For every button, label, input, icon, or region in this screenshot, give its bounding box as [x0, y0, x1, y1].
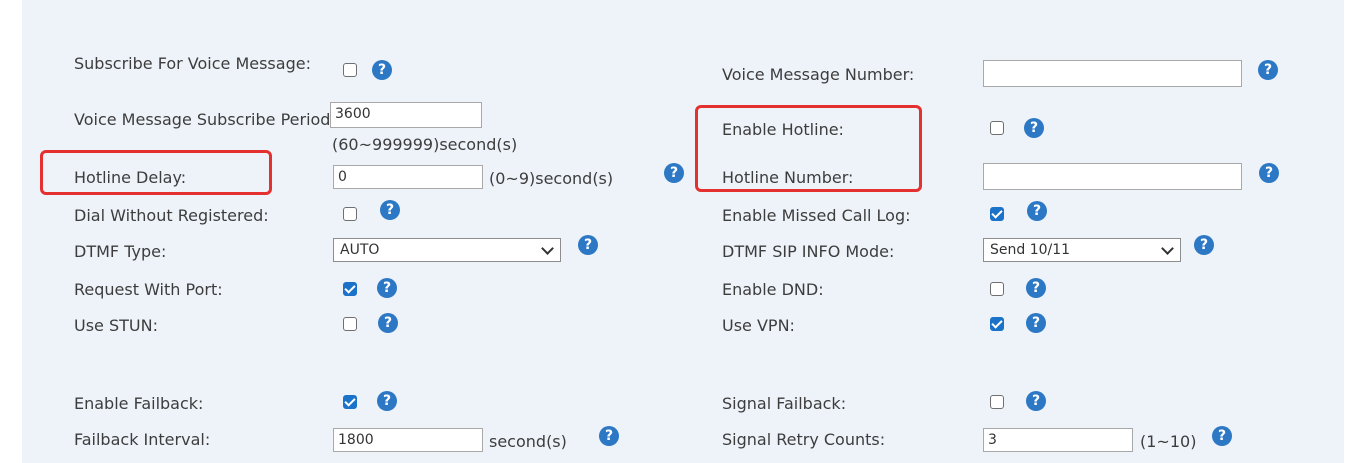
help-icon[interactable]: ? — [578, 235, 598, 255]
enable-failback-checkbox[interactable] — [343, 395, 357, 409]
subscribe-voice-message-checkbox[interactable] — [343, 63, 357, 77]
help-icon[interactable]: ? — [1259, 163, 1279, 183]
subscribe-voice-message-label: Subscribe For Voice Message: — [74, 54, 311, 73]
help-icon[interactable]: ? — [1026, 391, 1046, 411]
use-stun-label: Use STUN: — [74, 316, 158, 335]
request-with-port-checkbox[interactable] — [343, 282, 357, 296]
use-vpn-checkbox[interactable] — [990, 317, 1004, 331]
hotline-delay-hint: (0~9)second(s) — [489, 169, 614, 188]
failback-interval-hint: second(s) — [489, 432, 567, 451]
use-vpn-label: Use VPN: — [722, 316, 795, 335]
voice-message-subscribe-period-label: Voice Message Subscribe Period: — [74, 110, 336, 129]
help-icon[interactable]: ? — [380, 200, 400, 220]
dtmf-sip-info-mode-value: Send 10/11 — [990, 242, 1071, 258]
help-icon[interactable]: ? — [377, 278, 397, 298]
request-with-port-label: Request With Port: — [74, 280, 223, 299]
voice-message-number-label: Voice Message Number: — [722, 65, 915, 84]
dtmf-sip-info-mode-select[interactable]: Send 10/11 — [983, 238, 1181, 262]
hotline-delay-label: Hotline Delay: — [74, 168, 187, 187]
dtmf-sip-info-mode-label: DTMF SIP INFO Mode: — [722, 242, 895, 261]
failback-interval-label: Failback Interval: — [74, 430, 211, 449]
dial-without-registered-checkbox[interactable] — [343, 207, 357, 221]
help-icon[interactable]: ? — [378, 313, 398, 333]
help-icon[interactable]: ? — [1194, 235, 1214, 255]
enable-missed-call-log-label: Enable Missed Call Log: — [722, 206, 911, 225]
enable-dnd-checkbox[interactable] — [990, 282, 1004, 296]
chevron-down-icon — [541, 242, 554, 255]
hotline-number-label: Hotline Number: — [722, 168, 854, 187]
signal-retry-counts-label: Signal Retry Counts: — [722, 430, 886, 449]
help-icon[interactable]: ? — [599, 426, 619, 446]
dial-without-registered-label: Dial Without Registered: — [74, 206, 269, 225]
help-icon[interactable]: ? — [1027, 201, 1047, 221]
failback-interval-input[interactable]: 1800 — [333, 428, 483, 452]
settings-panel: Subscribe For Voice Message: ? Voice Mes… — [22, 0, 1344, 463]
help-icon[interactable]: ? — [1212, 426, 1232, 446]
chevron-down-icon — [1161, 242, 1174, 255]
enable-hotline-checkbox[interactable] — [990, 121, 1004, 135]
enable-failback-label: Enable Failback: — [74, 394, 204, 413]
signal-failback-label: Signal Failback: — [722, 394, 847, 413]
voice-message-number-input[interactable] — [983, 60, 1242, 87]
dtmf-type-select[interactable]: AUTO — [333, 238, 561, 262]
signal-failback-checkbox[interactable] — [990, 395, 1004, 409]
hotline-delay-input[interactable]: 0 — [333, 165, 483, 189]
help-icon[interactable]: ? — [1024, 118, 1044, 138]
enable-hotline-label: Enable Hotline: — [722, 120, 844, 139]
hotline-number-input[interactable] — [983, 163, 1242, 190]
help-icon[interactable]: ? — [1026, 313, 1046, 333]
signal-retry-counts-input[interactable]: 3 — [983, 428, 1133, 452]
signal-retry-counts-hint: (1~10) — [1140, 432, 1197, 451]
voice-message-subscribe-period-input[interactable]: 3600 — [330, 102, 482, 128]
voice-message-subscribe-period-hint: (60~999999)second(s) — [332, 135, 518, 154]
dtmf-type-label: DTMF Type: — [74, 242, 167, 261]
help-icon[interactable]: ? — [1026, 278, 1046, 298]
enable-dnd-label: Enable DND: — [722, 280, 824, 299]
use-stun-checkbox[interactable] — [343, 317, 357, 331]
help-icon[interactable]: ? — [372, 60, 392, 80]
enable-missed-call-log-checkbox[interactable] — [990, 207, 1004, 221]
help-icon[interactable]: ? — [377, 391, 397, 411]
dtmf-type-value: AUTO — [340, 242, 380, 258]
help-icon[interactable]: ? — [1258, 60, 1278, 80]
help-icon[interactable]: ? — [664, 163, 684, 183]
